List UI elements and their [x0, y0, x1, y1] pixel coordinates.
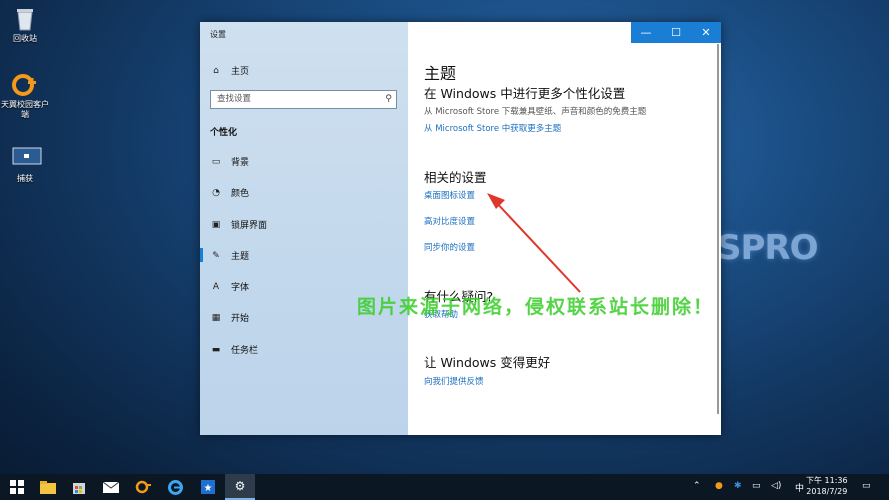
watermark-text: 图片来源于网络，侵权联系站长删除！ — [357, 296, 715, 318]
tray-language[interactable]: 中 — [795, 481, 804, 494]
settings-icon[interactable]: ⚙ — [225, 474, 255, 500]
tray-expand-icon[interactable]: ⌃ — [693, 481, 701, 491]
start-button[interactable] — [2, 474, 32, 500]
taskbar-clock[interactable]: 下午 11:36 2018/7/29 — [806, 475, 848, 497]
tray-volume-icon[interactable]: ◁) — [771, 481, 781, 491]
tray-network-icon[interactable]: ▭ — [752, 481, 761, 491]
tianyi-icon[interactable] — [128, 474, 158, 500]
file-explorer-icon[interactable] — [33, 474, 63, 500]
pinned-app-icon[interactable]: ★ — [193, 474, 223, 500]
tray-app-icon[interactable]: ● — [715, 481, 723, 491]
action-center-icon[interactable]: ▭ — [862, 481, 871, 491]
annotation-arrow — [487, 193, 581, 293]
tray-bluetooth-icon[interactable]: ✱ — [734, 481, 742, 491]
svg-text:★: ★ — [204, 483, 213, 494]
mail-icon[interactable] — [96, 474, 126, 500]
clock-date: 2018/7/29 — [806, 487, 848, 496]
store-icon[interactable] — [64, 474, 94, 500]
clock-time: 下午 11:36 — [806, 476, 848, 485]
edge-icon[interactable] — [160, 474, 190, 500]
windows-start-icon — [10, 480, 24, 494]
taskbar: ★ ⚙ ⌃ ● ✱ ▭ ◁) 中 下午 11:36 2018/7/29 ▭ — [0, 474, 889, 500]
